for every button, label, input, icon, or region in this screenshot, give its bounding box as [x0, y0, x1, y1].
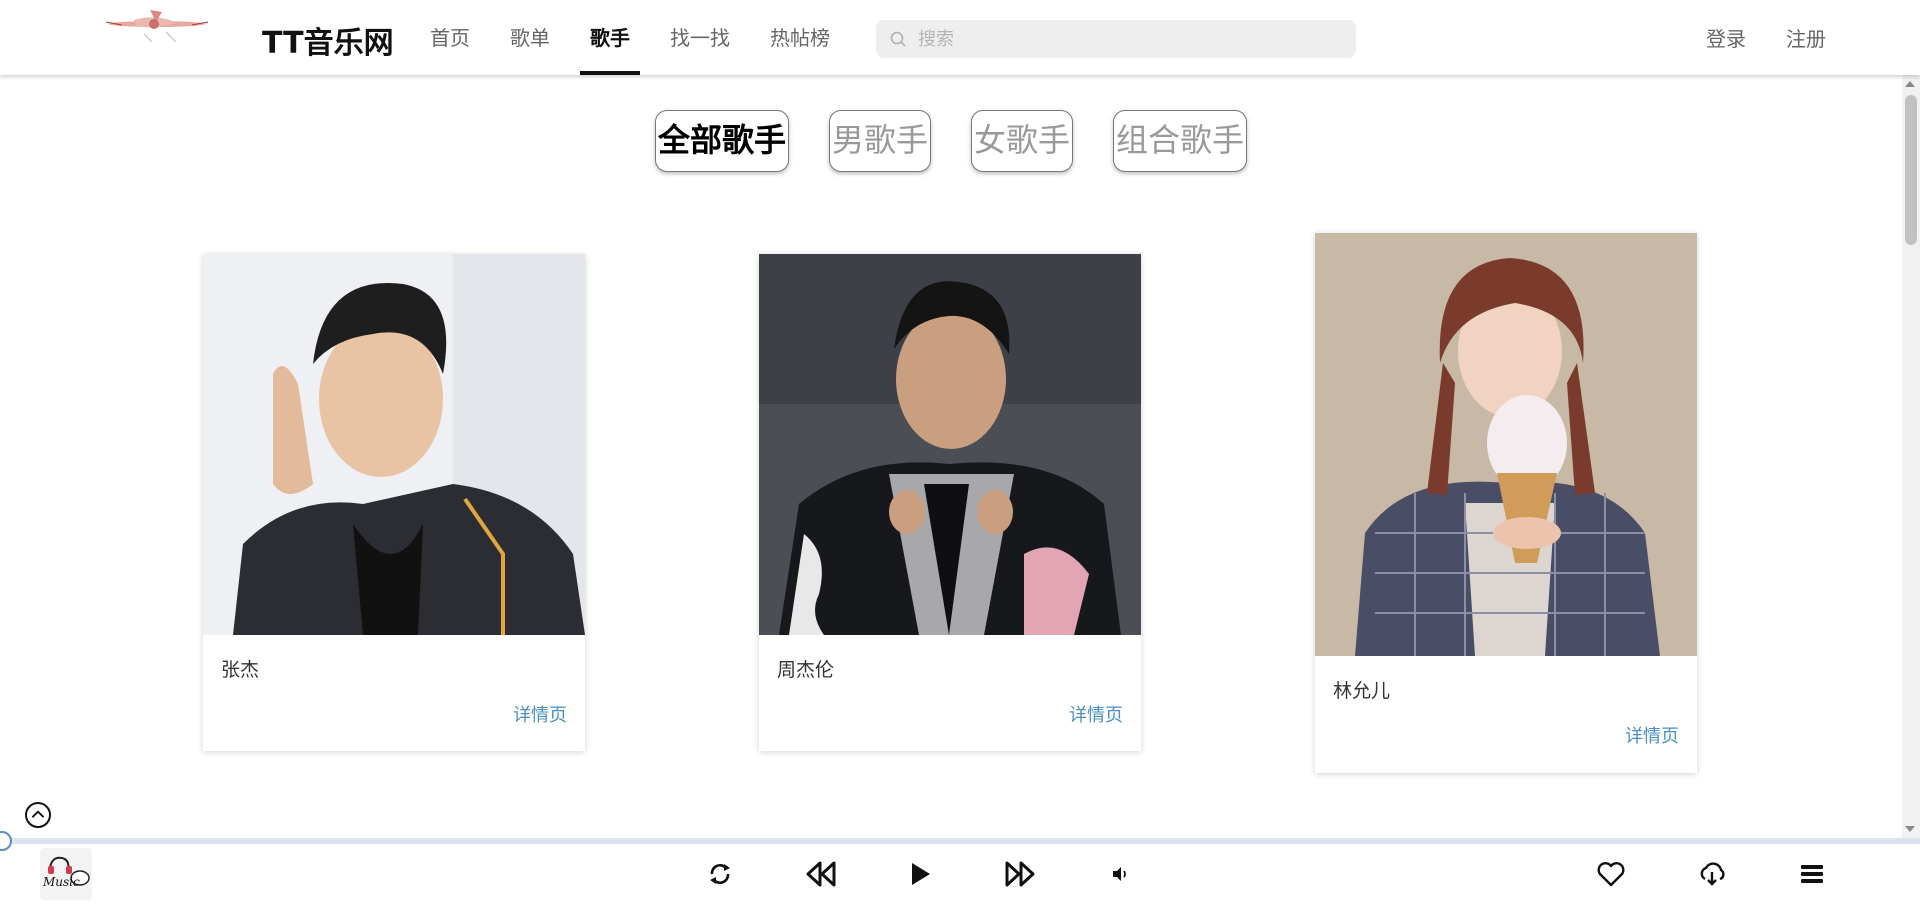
- playlist-button[interactable]: [1794, 856, 1830, 892]
- main-nav: 首页 歌单 歌手 找一找 热帖榜: [420, 0, 860, 75]
- play-button[interactable]: [902, 856, 938, 892]
- singer-photo[interactable]: [203, 254, 585, 635]
- search-input[interactable]: [918, 20, 1338, 58]
- filter-group-singers[interactable]: 组合歌手: [1113, 110, 1248, 172]
- filter-female-singers[interactable]: 女歌手: [971, 110, 1074, 172]
- music-player-bar: Music: [0, 844, 1920, 913]
- back-to-top-icon[interactable]: [25, 802, 51, 828]
- scroll-up-arrow-icon[interactable]: [1905, 81, 1915, 87]
- svg-text:Music: Music: [42, 875, 80, 889]
- playlist-icon: [1801, 865, 1823, 883]
- loop-button[interactable]: [702, 856, 738, 892]
- scrollbar-thumb[interactable]: [1905, 95, 1917, 245]
- auth-links: 登录 注册: [1666, 0, 1826, 75]
- search-box: [876, 20, 1356, 58]
- filter-male-singers[interactable]: 男歌手: [828, 110, 931, 172]
- play-icon: [912, 863, 930, 885]
- singer-page: 全部歌手 男歌手 女歌手 组合歌手 张杰 详情页 周杰伦 详情页 林允儿 详情页: [0, 75, 1902, 838]
- page-scrollbar[interactable]: [1902, 75, 1920, 838]
- heart-icon: [1597, 862, 1625, 887]
- register-link[interactable]: 注册: [1786, 23, 1826, 52]
- nav-hot-posts[interactable]: 热帖榜: [760, 0, 840, 75]
- loop-icon: [710, 863, 730, 885]
- download-button[interactable]: [1694, 856, 1730, 892]
- site-logo[interactable]: [104, 6, 210, 48]
- singer-detail-link[interactable]: 详情页: [1625, 722, 1679, 748]
- nav-singers[interactable]: 歌手: [580, 0, 640, 75]
- top-header: TT音乐网 首页 歌单 歌手 找一找 热帖榜 登录 注册: [0, 0, 1920, 75]
- singer-name[interactable]: 林允儿: [1333, 676, 1390, 703]
- scroll-down-arrow-icon[interactable]: [1905, 826, 1915, 832]
- volume-button[interactable]: [1102, 856, 1138, 892]
- nav-discover[interactable]: 找一找: [660, 0, 740, 75]
- volume-icon: [1113, 867, 1126, 881]
- album-cover[interactable]: Music: [40, 848, 92, 900]
- singer-card[interactable]: 林允儿 详情页: [1315, 233, 1697, 773]
- previous-icon: [806, 861, 836, 887]
- login-link[interactable]: 登录: [1706, 23, 1746, 52]
- next-icon: [1005, 861, 1035, 887]
- singer-name[interactable]: 张杰: [221, 655, 259, 682]
- nav-home[interactable]: 首页: [420, 0, 480, 75]
- like-button[interactable]: [1593, 856, 1629, 892]
- previous-button[interactable]: [803, 856, 839, 892]
- next-button[interactable]: [1002, 856, 1038, 892]
- site-title[interactable]: TT音乐网: [262, 18, 394, 62]
- singer-photo[interactable]: [1315, 233, 1697, 656]
- singer-detail-link[interactable]: 详情页: [1069, 701, 1123, 727]
- search-icon: [890, 31, 906, 47]
- singer-card[interactable]: 张杰 详情页: [203, 254, 585, 751]
- singer-photo[interactable]: [759, 254, 1141, 635]
- playback-progress-bar[interactable]: [0, 838, 1920, 844]
- nav-playlists[interactable]: 歌单: [500, 0, 560, 75]
- singer-name[interactable]: 周杰伦: [777, 655, 834, 682]
- singer-detail-link[interactable]: 详情页: [513, 701, 567, 727]
- filter-all-singers[interactable]: 全部歌手: [654, 110, 789, 172]
- singer-filter-bar: 全部歌手 男歌手 女歌手 组合歌手: [0, 110, 1902, 172]
- download-icon: [1700, 862, 1725, 886]
- music-logo-icon: Music: [42, 856, 90, 889]
- singer-card[interactable]: 周杰伦 详情页: [759, 254, 1141, 751]
